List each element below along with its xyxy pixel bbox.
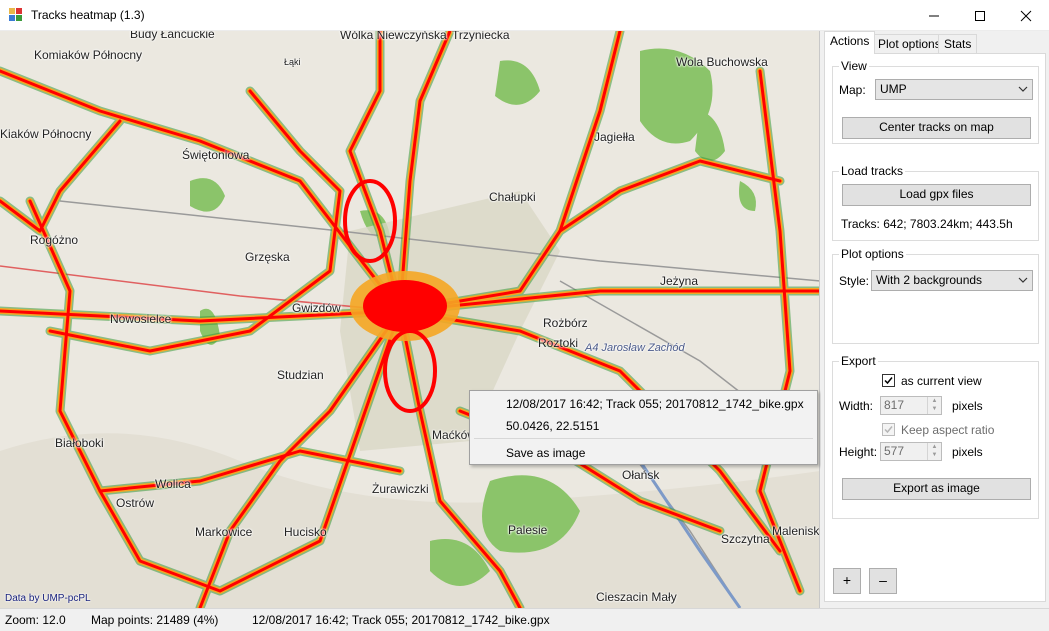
map-label-zurawiczki: Żurawiczki [372, 482, 429, 496]
maximize-icon [975, 10, 985, 21]
map-label-maleniska: Maleniska [772, 524, 820, 538]
close-icon [1020, 10, 1032, 21]
map-label-jagiella: Jagiełła [594, 130, 635, 144]
keep-aspect-checkbox[interactable] [882, 423, 895, 436]
map-label-rozborz: Rożbórz [543, 316, 588, 330]
map-label-budy: Budy Łańcuckie [130, 31, 215, 41]
map-label: Map: [839, 83, 866, 97]
map-label-wolica: Wolica [155, 477, 191, 491]
keep-aspect-label: Keep aspect ratio [901, 423, 995, 437]
title-bar: Tracks heatmap (1.3) [0, 0, 1049, 31]
height-spinner[interactable]: ▲ ▼ [927, 443, 941, 460]
view-group-title: View [839, 59, 869, 73]
center-tracks-button[interactable]: Center tracks on map [842, 117, 1031, 139]
checkmark-icon [884, 377, 893, 385]
width-input[interactable]: 817 ▲ ▼ [880, 396, 942, 415]
map-label-hucisko: Hucisko [284, 525, 327, 539]
style-label: Style: [839, 274, 870, 288]
as-current-view-checkbox[interactable] [882, 374, 895, 387]
height-label: Height: [839, 445, 878, 459]
plot-options-group: Plot options Style: With 2 backgrounds [832, 247, 1039, 344]
load-tracks-group: Load tracks Load gpx files Tracks: 642; … [832, 164, 1039, 241]
map-label-szczytna: Szczytna [721, 532, 770, 546]
height-value: 577 [884, 444, 905, 458]
map-label-roztoki: Roztoki [538, 336, 579, 350]
zoom-out-button[interactable]: – [869, 568, 897, 594]
style-select[interactable]: With 2 backgrounds [871, 270, 1033, 291]
map-label-kiakow: Kiaków Północny [0, 127, 92, 141]
map-label-a4: A4 Jarosław Zachód [585, 342, 685, 354]
map-label-studzian: Studzian [277, 368, 324, 382]
right-panel: Actions Plot options Stats View Map: UMP… [821, 31, 1049, 608]
context-menu: 12/08/2017 16:42; Track 055; 20170812_17… [469, 390, 818, 465]
export-as-image-button[interactable]: Export as image [842, 478, 1031, 500]
status-zoom: Zoom: 12.0 [5, 613, 66, 627]
tab-actions[interactable]: Actions [824, 31, 876, 54]
width-spinner[interactable]: ▲ ▼ [927, 397, 941, 414]
map-label-laki: Łąki [284, 57, 301, 67]
heatmap-map[interactable]: Budy Łańcuckie Komiaków Północny Łąki Wó… [0, 31, 820, 608]
context-menu-track-info[interactable]: 12/08/2017 16:42; Track 055; 20170812_17… [506, 397, 804, 411]
zoom-in-button[interactable]: + [833, 568, 861, 594]
context-menu-coordinates[interactable]: 50.0426, 22.5151 [506, 419, 599, 433]
plot-options-group-title: Plot options [839, 247, 906, 261]
load-gpx-button[interactable]: Load gpx files [842, 184, 1031, 206]
map-label-wola: Wola Buchowska [676, 55, 768, 69]
status-bar: Zoom: 12.0 Map points: 21489 (4%) 12/08/… [0, 608, 1049, 631]
map-label-gwizdow: Gwizdów [292, 301, 341, 315]
view-group: View Map: UMP Center tracks on map [832, 59, 1039, 144]
status-map-points: Map points: 21489 (4%) [91, 613, 219, 627]
width-unit: pixels [952, 399, 983, 413]
map-label-swietoniowa: Świętoniowa [182, 148, 250, 162]
map-label-ostrow: Ostrów [116, 496, 155, 510]
map-label-nowosielce: Nowosielce [110, 312, 172, 326]
tab-stats[interactable]: Stats [938, 34, 978, 54]
minimize-icon [929, 15, 939, 16]
width-value: 817 [884, 398, 905, 412]
map-label-jezyna: Jeżyna [660, 274, 699, 288]
width-label: Width: [839, 399, 874, 413]
map-label-cieszacin: Cieszacin Mały [596, 590, 677, 604]
export-group: Export as current view Width: 817 ▲ ▼ pix… [832, 354, 1039, 519]
export-group-title: Export [839, 354, 878, 368]
map-select-value: UMP [880, 82, 907, 96]
chevron-down-icon [1018, 86, 1028, 92]
height-input[interactable]: 577 ▲ ▼ [880, 442, 942, 461]
map-label-olansk: Ołańsk [622, 468, 660, 482]
tracks-info: Tracks: 642; 7803.24km; 443.5h [841, 217, 1013, 231]
save-as-image-menu-item[interactable]: Save as image [506, 446, 585, 460]
map-label-bialoboki: Białoboki [55, 436, 104, 450]
map-label-komiakow: Komiaków Północny [34, 48, 143, 62]
as-current-view-label: as current view [901, 374, 982, 388]
map-label-grzeska: Grzęska [245, 250, 290, 264]
close-button[interactable] [1003, 0, 1049, 31]
chevron-down-icon [1018, 277, 1028, 283]
map-label-palesie: Palesie [508, 523, 548, 537]
map-label-chalupki: Chałupki [489, 190, 536, 204]
checkmark-icon [884, 426, 893, 434]
style-select-value: With 2 backgrounds [876, 273, 983, 287]
map-label-niewczynska: Wólka Niewczyńska [340, 31, 447, 42]
tab-plot-options[interactable]: Plot options [872, 34, 947, 54]
status-track-info: 12/08/2017 16:42; Track 055; 20170812_17… [252, 613, 550, 627]
map-label-trzyniecka: Trzyniecka [452, 31, 510, 42]
app-icon [9, 8, 23, 22]
window-title: Tracks heatmap (1.3) [31, 8, 145, 22]
context-menu-separator [474, 438, 813, 439]
map-select[interactable]: UMP [875, 79, 1033, 100]
load-tracks-group-title: Load tracks [839, 164, 906, 178]
maximize-button[interactable] [957, 0, 1003, 31]
actions-tab-page: View Map: UMP Center tracks on map Load … [824, 53, 1046, 602]
map-label-markowice: Markowice [195, 525, 253, 539]
minimize-button[interactable] [911, 0, 957, 31]
map-label-rogozno: Rogóżno [30, 233, 79, 247]
map-attribution: Data by UMP-pcPL [5, 593, 91, 604]
height-unit: pixels [952, 445, 983, 459]
